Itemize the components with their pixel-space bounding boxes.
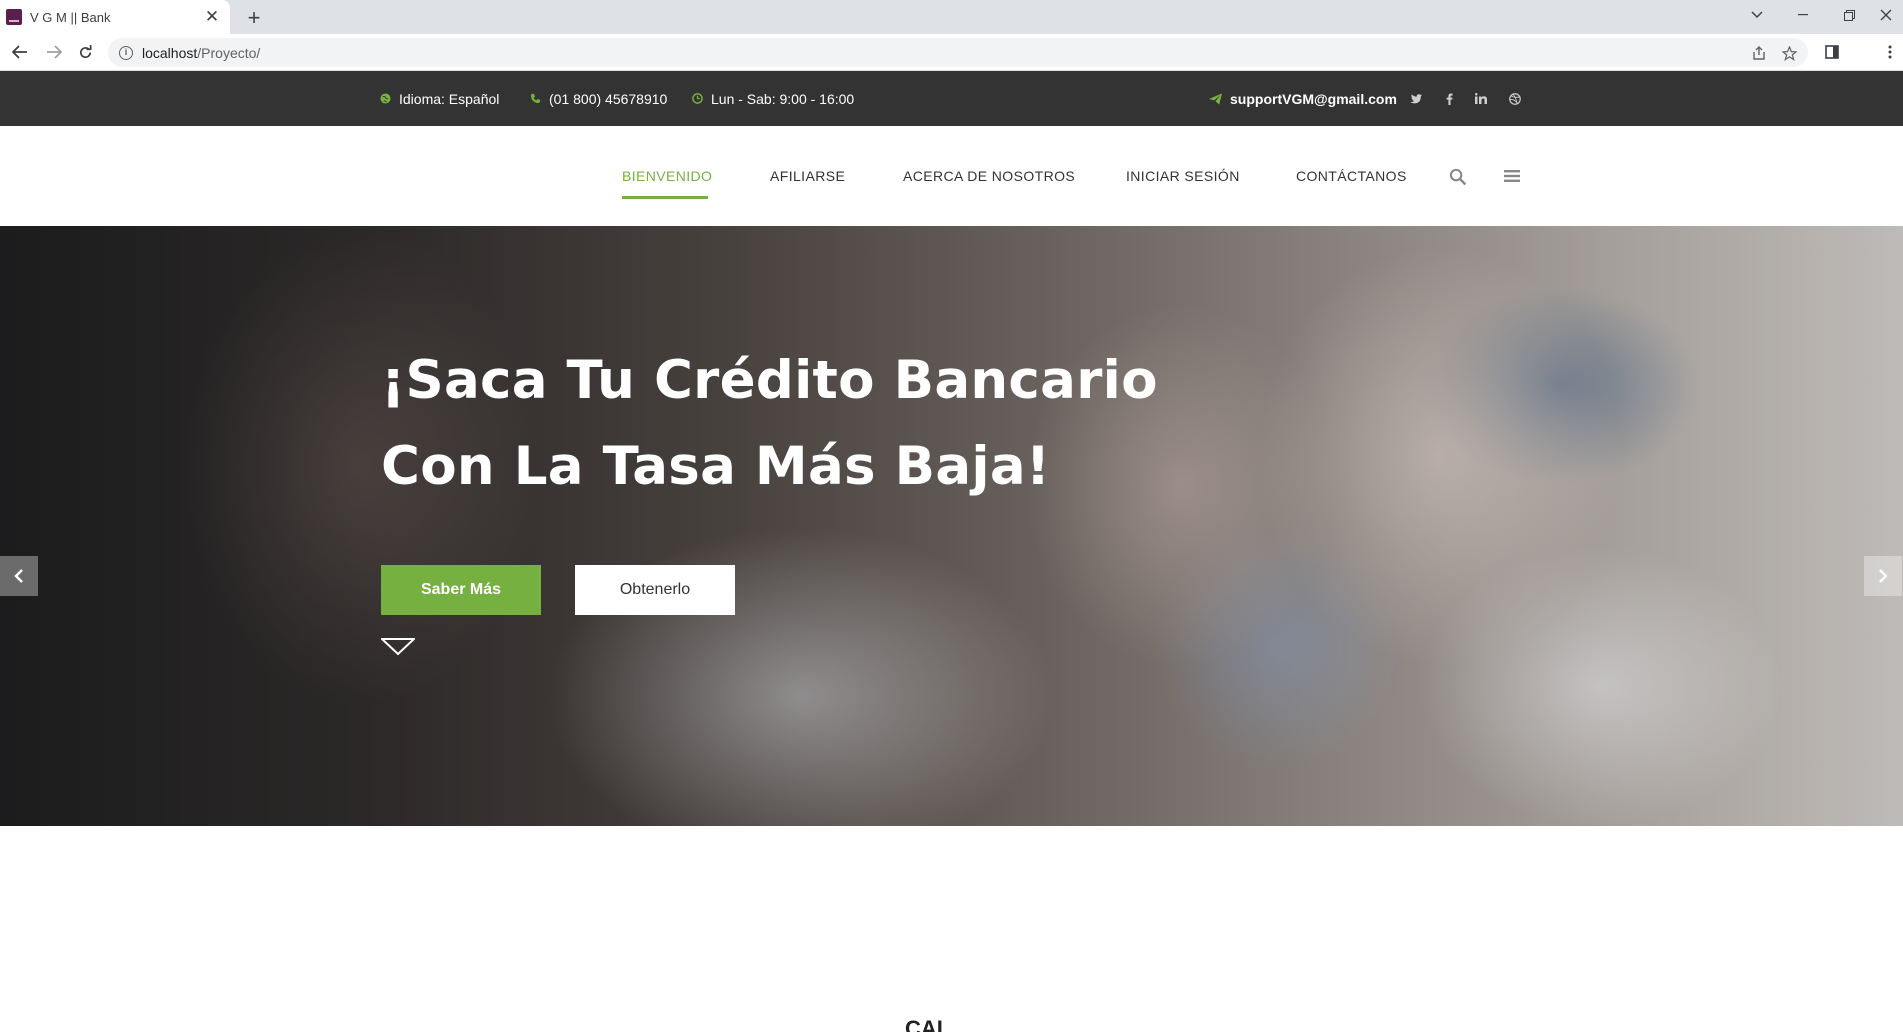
nav-afiliarse[interactable]: AFILIARSE xyxy=(770,126,845,226)
email-link[interactable]: supportVGM@gmail.com xyxy=(1209,71,1397,126)
slider-prev-arrow[interactable] xyxy=(0,556,38,596)
hero-background-photo xyxy=(0,226,1903,826)
url-text: localhost/Proyecto/ xyxy=(142,45,260,61)
twitter-icon[interactable] xyxy=(1405,71,1427,126)
dribbble-icon[interactable] xyxy=(1504,71,1526,126)
minimize-icon[interactable] xyxy=(1786,0,1820,30)
slider-next-arrow[interactable] xyxy=(1864,556,1902,596)
email-text: supportVGM@gmail.com xyxy=(1230,90,1397,107)
main-navigation: BIENVENIDO AFILIARSE ACERCA DE NOSOTROS … xyxy=(0,126,1903,226)
paper-plane-icon xyxy=(1209,92,1222,105)
hero-slider: ¡Saca Tu Crédito Bancario Con La Tasa Má… xyxy=(0,226,1903,826)
saber-mas-button[interactable]: Saber Más xyxy=(381,565,541,615)
section-heading-partial: CAL xyxy=(905,1016,951,1032)
scroll-down-arrow-icon[interactable] xyxy=(379,638,417,658)
chevron-down-icon[interactable] xyxy=(1740,0,1774,30)
language-text: Idioma: Español xyxy=(399,90,500,107)
nav-bienvenido[interactable]: BIENVENIDO xyxy=(622,126,712,226)
clock-icon xyxy=(692,93,703,104)
hero-title-line-2: Con La Tasa Más Baja! xyxy=(381,436,1051,497)
globe-icon xyxy=(380,93,391,104)
close-icon[interactable] xyxy=(1869,0,1903,30)
website-viewport: Idioma: Español (01 800) 45678910 Lun - … xyxy=(0,71,1903,1032)
tab-close-icon[interactable]: ✕ xyxy=(200,5,224,29)
browser-toolbar: i localhost/Proyecto/ xyxy=(0,34,1903,71)
hero-title: ¡Saca Tu Crédito Bancario Con La Tasa Má… xyxy=(381,338,1281,510)
language-selector[interactable]: Idioma: Español xyxy=(380,71,499,126)
phone-info: (01 800) 45678910 xyxy=(530,71,667,126)
address-bar[interactable]: i localhost/Proyecto/ xyxy=(108,38,1808,67)
chevron-right-icon xyxy=(1879,569,1888,583)
nav-iniciar-sesion[interactable]: INICIAR SESIÓN xyxy=(1126,126,1240,226)
phone-icon xyxy=(530,93,541,104)
restore-icon[interactable] xyxy=(1832,0,1866,30)
linkedin-icon[interactable] xyxy=(1470,71,1492,126)
nav-contactanos[interactable]: CONTÁCTANOS xyxy=(1296,126,1407,226)
reload-icon[interactable] xyxy=(71,38,99,66)
browser-tabstrip: V G M || Bank ✕ + xyxy=(0,0,1903,34)
section-below-hero: CAL xyxy=(0,826,1903,1032)
obtenerlo-button[interactable]: Obtenerlo xyxy=(575,565,735,615)
browser-tab[interactable]: V G M || Bank ✕ xyxy=(0,0,230,34)
facebook-icon[interactable] xyxy=(1438,71,1460,126)
menu-icon[interactable] xyxy=(1500,126,1524,226)
browser-menu-icon[interactable] xyxy=(1880,38,1900,66)
bookmark-star-icon[interactable] xyxy=(1780,44,1798,62)
search-icon[interactable] xyxy=(1445,126,1469,226)
chevron-left-icon xyxy=(14,569,23,583)
tab-title: V G M || Bank xyxy=(30,9,111,25)
back-icon[interactable] xyxy=(6,38,34,66)
phone-text: (01 800) 45678910 xyxy=(549,90,668,107)
url-path: /Proyecto/ xyxy=(197,44,261,61)
hours-info: Lun - Sab: 9:00 - 16:00 xyxy=(692,71,854,126)
site-favicon-icon xyxy=(6,9,22,25)
new-tab-button[interactable]: + xyxy=(240,4,268,32)
site-info-icon[interactable]: i xyxy=(119,45,133,60)
side-panel-icon[interactable] xyxy=(1818,38,1846,66)
hero-title-line-1: ¡Saca Tu Crédito Bancario xyxy=(381,350,1158,411)
forward-icon[interactable] xyxy=(40,38,68,66)
nav-active-indicator xyxy=(622,196,708,199)
url-host: localhost xyxy=(142,44,198,61)
hours-text: Lun - Sab: 9:00 - 16:00 xyxy=(711,90,855,107)
share-icon[interactable] xyxy=(1750,44,1768,62)
nav-acerca-de-nosotros[interactable]: ACERCA DE NOSOTROS xyxy=(903,126,1075,226)
top-info-bar: Idioma: Español (01 800) 45678910 Lun - … xyxy=(0,71,1903,126)
